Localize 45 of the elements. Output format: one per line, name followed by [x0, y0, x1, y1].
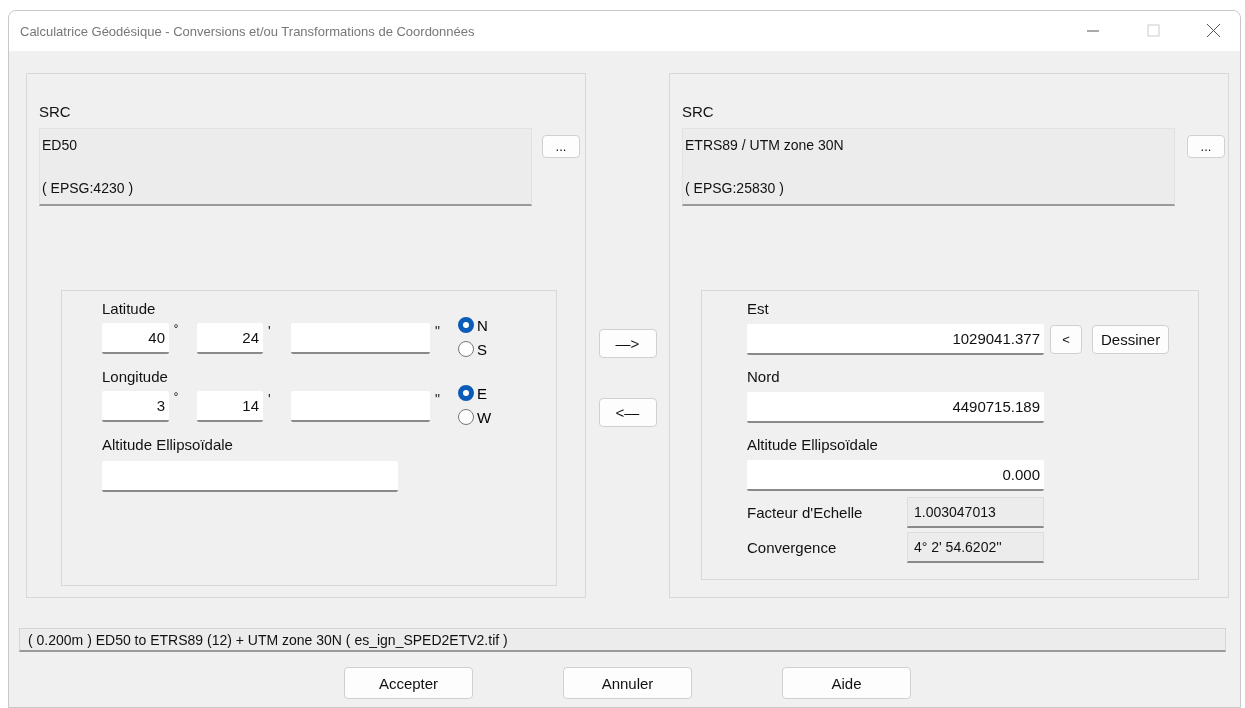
hemisphere-radio[interactable]: N [458, 313, 488, 337]
window-title: Calculatrice Géodésique - Conversions et/ou Transformations de Coordonnées [20, 23, 476, 39]
hemisphere-radio[interactable]: S [458, 337, 488, 361]
crs-display: ETRS89 / UTM zone 30N ( EPSG:25830 ) [682, 128, 1175, 206]
browse-crs-button[interactable]: ... [1187, 135, 1225, 158]
minute-mark: ' [267, 323, 272, 339]
east-field[interactable]: 1029041.377 [747, 324, 1044, 355]
convergence-field: 4° 2' 54.6202'' [907, 532, 1044, 563]
scale-factor-field: 1.003047013 [907, 497, 1044, 528]
seconds-field[interactable] [291, 391, 430, 422]
coordinate-label: Longitude [102, 367, 169, 387]
browse-crs-button[interactable]: ... [542, 135, 580, 158]
convergence-label: Convergence [747, 537, 838, 558]
pick-button[interactable]: < [1050, 325, 1082, 354]
dialog-button[interactable]: Annuler [563, 667, 692, 699]
second-mark: " [434, 323, 441, 339]
altitude-label: Altitude Ellipsoïdale [747, 435, 879, 455]
minute-mark: ' [267, 391, 272, 407]
degree-mark: ˚ [173, 323, 180, 339]
altitude-field[interactable] [102, 461, 398, 492]
minutes-field[interactable]: 24 [197, 323, 263, 354]
scale-factor-label: Facteur d'Echelle [747, 502, 864, 523]
transfer-button[interactable]: <— [598, 398, 657, 427]
seconds-field[interactable] [291, 323, 430, 354]
second-mark: " [434, 391, 441, 407]
hemisphere-radio[interactable]: E [458, 381, 492, 405]
coordinate-label: Latitude [102, 299, 157, 319]
crs-label: SRC [39, 102, 72, 122]
degrees-field[interactable]: 40 [102, 323, 169, 354]
altitude-field[interactable]: 0.000 [747, 460, 1044, 491]
dialog-button[interactable]: Aide [782, 667, 911, 699]
east-label: Est [747, 299, 770, 319]
draw-button[interactable]: Dessiner [1092, 325, 1170, 354]
altitude-label: Altitude Ellipsoïdale [102, 435, 234, 455]
crs-display: ED50 ( EPSG:4230 ) [39, 128, 532, 206]
hemisphere-radio[interactable]: W [458, 405, 492, 429]
degrees-field[interactable]: 3 [102, 391, 169, 422]
transfer-button[interactable]: —> [598, 329, 657, 358]
dialog-button[interactable]: Accepter [344, 667, 473, 699]
minutes-field[interactable]: 14 [197, 391, 263, 422]
degree-mark: ˚ [173, 391, 180, 407]
north-label: Nord [747, 367, 781, 387]
crs-label: SRC [682, 102, 715, 122]
status-field: ( 0.200m ) ED50 to ETRS89 (12) + UTM zone 30N ( es_ign_SPED2ETV2.tif ) [19, 628, 1226, 652]
north-field[interactable]: 4490715.189 [747, 392, 1044, 423]
